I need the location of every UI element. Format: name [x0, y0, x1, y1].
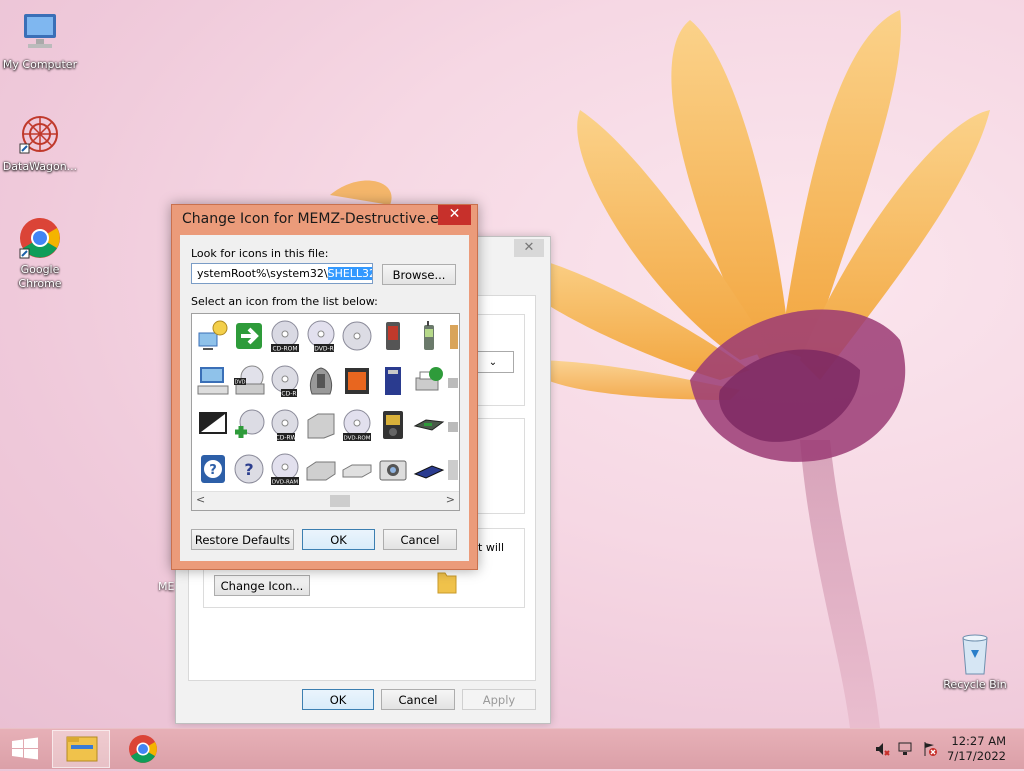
mobile-device-icon[interactable] — [376, 319, 410, 353]
folder-icon — [436, 569, 458, 595]
scroll-left-icon[interactable]: < — [196, 493, 205, 506]
ok-button[interactable]: OK — [302, 689, 374, 710]
windows-logo-icon — [12, 737, 38, 760]
svg-text:DVD-ROM: DVD-ROM — [343, 436, 370, 442]
desktop-icon-label: DataWagon... — [2, 160, 78, 173]
desktop-icon-recycle-bin[interactable]: Recycle Bin — [935, 630, 1015, 692]
close-button[interactable]: ✕ — [514, 239, 544, 257]
unknown-disc-icon[interactable]: ? — [232, 452, 266, 486]
volume-muted-icon[interactable] — [874, 741, 890, 757]
help-user-icon[interactable] — [196, 319, 230, 353]
scanner-camera-icon[interactable] — [304, 364, 338, 398]
memory-card-icon[interactable] — [340, 364, 374, 398]
svg-text:CD-ROM: CD-ROM — [272, 346, 297, 353]
desktop-icon-datawagon[interactable]: DataWagon... — [0, 112, 80, 174]
icon-list[interactable]: CD-ROM DVD-R DVD CD-R CD-RW DVD-ROM ? ? … — [191, 313, 460, 511]
partial-icon[interactable] — [448, 319, 459, 353]
disc-icon[interactable] — [340, 319, 374, 353]
change-icon-dialog: Change Icon for MEMZ-Destructive.e... ✕ … — [171, 204, 478, 570]
restore-defaults-button[interactable]: Restore Defaults — [191, 529, 294, 550]
desktop-icon-label: Recycle Bin — [943, 678, 1007, 691]
desktop-icon-google-chrome[interactable]: Google Chrome — [0, 215, 80, 291]
scroll-right-icon[interactable]: > — [446, 493, 455, 506]
close-icon: ✕ — [448, 206, 461, 222]
cd-rw-icon[interactable]: CD-RW — [268, 408, 302, 442]
hard-drive-icon[interactable] — [412, 408, 446, 442]
svg-text:DVD-R: DVD-R — [314, 346, 334, 353]
icon-file-path-input[interactable]: ystemRoot%\system32\SHELL32.dll — [191, 263, 373, 284]
dvd-r-icon[interactable]: DVD-R — [304, 319, 338, 353]
folder-icon — [66, 736, 98, 762]
partial-description-text: it will — [474, 541, 504, 554]
cancel-button[interactable]: Cancel — [381, 689, 455, 710]
dialog-body: Look for icons in this file: ystemRoot%\… — [180, 235, 469, 561]
chrome-icon — [16, 215, 64, 261]
clock-time: 12:27 AM — [951, 734, 1006, 748]
chrome-icon — [129, 735, 157, 763]
cd-rom-icon[interactable]: CD-ROM — [268, 319, 302, 353]
select-icon-label: Select an icon from the list below: — [191, 295, 378, 308]
removable-drive-icon[interactable] — [340, 452, 374, 486]
desktop-icon-label: My Computer — [2, 58, 78, 71]
svg-text:?: ? — [244, 460, 253, 479]
printer-network-icon[interactable] — [412, 364, 446, 398]
action-center-icon[interactable] — [922, 741, 938, 757]
keyboard-computer-icon[interactable] — [196, 364, 230, 398]
cd-r-icon[interactable]: CD-R — [268, 364, 302, 398]
ok-button[interactable]: OK — [302, 529, 375, 550]
start-button[interactable] — [0, 730, 50, 768]
cell-phone-icon[interactable] — [412, 319, 446, 353]
close-button[interactable]: ✕ — [438, 205, 471, 225]
dialog-title: Change Icon for MEMZ-Destructive.e... — [182, 211, 453, 227]
computer-icon — [16, 10, 64, 56]
taskbar-file-explorer[interactable] — [52, 730, 110, 768]
dvd-ram-icon[interactable]: DVD-RAM — [268, 452, 302, 486]
taskbar: 12:27 AM 7/17/2022 — [0, 728, 1024, 769]
network-icon[interactable] — [898, 741, 914, 757]
arrow-right-icon[interactable] — [232, 319, 266, 353]
partial-desktop-label: ME — [158, 580, 175, 593]
recycle-bin-icon — [951, 630, 999, 676]
dropdown-select[interactable]: ⌄ — [472, 351, 514, 373]
camera-icon[interactable] — [376, 452, 410, 486]
system-clock[interactable]: 12:27 AM 7/17/2022 — [947, 734, 1006, 764]
help-icon[interactable]: ? — [196, 452, 230, 486]
scroll-thumb[interactable] — [330, 495, 350, 507]
desktop-icon-my-computer[interactable]: My Computer — [0, 10, 80, 72]
book-icon[interactable] — [412, 452, 446, 486]
desktop-icon-label: Google Chrome — [18, 263, 62, 290]
svg-text:?: ? — [209, 463, 217, 478]
svg-text:DVD-RAM: DVD-RAM — [272, 480, 298, 486]
apply-button[interactable]: Apply — [462, 689, 536, 710]
look-for-label: Look for icons in this file: — [191, 247, 329, 260]
partial-icon[interactable] — [448, 408, 459, 442]
partial-icon[interactable] — [448, 452, 459, 486]
add-disc-icon[interactable] — [232, 408, 266, 442]
cancel-button[interactable]: Cancel — [383, 529, 457, 550]
monitor-icon[interactable] — [196, 408, 230, 442]
change-icon-button[interactable]: Change Icon... — [214, 575, 310, 596]
floppy-drive-icon[interactable] — [304, 452, 338, 486]
media-player-icon[interactable] — [376, 408, 410, 442]
close-icon: ✕ — [523, 240, 535, 255]
clock-date: 7/17/2022 — [947, 749, 1006, 763]
horizontal-scrollbar[interactable]: < > — [192, 491, 459, 510]
svg-text:DVD: DVD — [234, 380, 245, 386]
drive-icon[interactable] — [304, 408, 338, 442]
browse-button[interactable]: Browse... — [382, 264, 456, 285]
path-selected-text: SHELL32.dll — [327, 267, 372, 280]
chevron-down-icon: ⌄ — [488, 357, 498, 368]
svg-text:CD-RW: CD-RW — [276, 435, 297, 442]
datawagon-icon — [16, 112, 64, 158]
sd-card-icon[interactable] — [376, 364, 410, 398]
dvd-rom-icon[interactable]: DVD-ROM — [340, 408, 374, 442]
dvd-drive-icon[interactable]: DVD — [232, 364, 266, 398]
svg-text:CD-R: CD-R — [281, 391, 296, 398]
taskbar-chrome[interactable] — [114, 730, 172, 768]
path-prefix: ystemRoot%\system32\ — [197, 267, 328, 280]
partial-icon[interactable] — [448, 364, 459, 398]
